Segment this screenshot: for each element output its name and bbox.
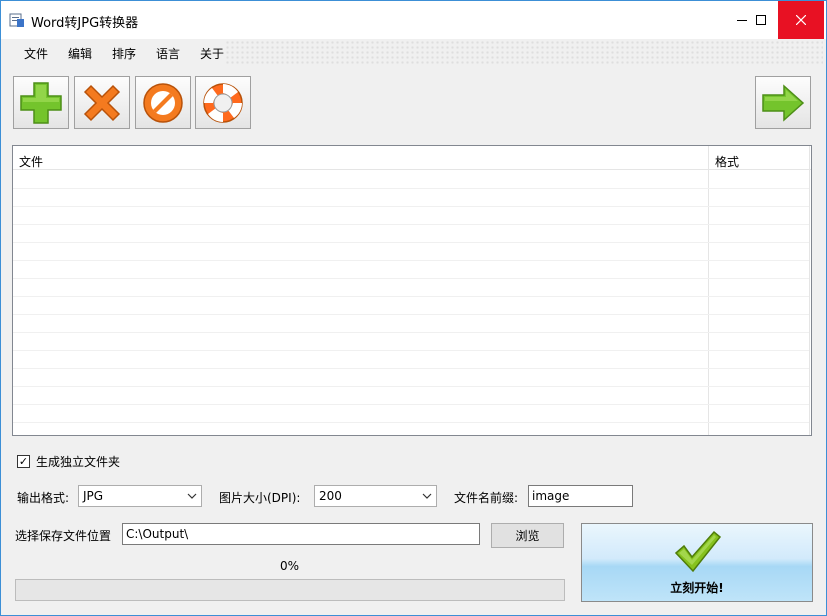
list-row-line	[13, 332, 809, 333]
output-format-select[interactable]: JPG	[78, 485, 202, 507]
add-button[interactable]	[13, 76, 69, 129]
list-row-line	[13, 386, 809, 387]
prefix-input[interactable]: image	[528, 485, 633, 507]
app-icon	[9, 13, 24, 27]
list-row-line	[13, 260, 809, 261]
clear-button[interactable]	[135, 76, 191, 129]
list-row-line	[13, 422, 809, 423]
separate-folder-checkbox[interactable]: ✓ 生成独立文件夹	[17, 453, 120, 470]
column-separator	[708, 146, 709, 435]
list-row-line	[13, 368, 809, 369]
list-row-line	[13, 224, 809, 225]
browse-button[interactable]: 浏览	[491, 523, 564, 548]
dpi-select[interactable]: 200	[314, 485, 437, 507]
start-button[interactable]: 立刻开始!	[581, 523, 813, 602]
prefix-label: 文件名前缀:	[454, 491, 519, 505]
list-row-line	[13, 314, 809, 315]
arrow-right-icon	[762, 83, 805, 122]
progress-percent: 0%	[280, 559, 300, 573]
chevron-down-icon	[187, 493, 197, 499]
app-window: Word转JPG转换器 文件 编辑 排序 语言 关于 文件 格式 ✓ 生成独立文…	[0, 0, 827, 616]
title-bar: Word转JPG转换器	[1, 1, 826, 39]
maximize-button[interactable]	[744, 1, 778, 39]
menu-bar: 文件 编辑 排序 语言 关于	[5, 40, 823, 64]
column-file[interactable]: 文件	[19, 153, 43, 170]
close-button[interactable]	[778, 1, 824, 39]
menu-about[interactable]: 关于	[200, 45, 224, 62]
column-separator	[809, 146, 810, 435]
lifebuoy-icon	[203, 82, 243, 123]
menu-file[interactable]: 文件	[24, 45, 48, 62]
start-label: 立刻开始!	[670, 581, 724, 595]
chevron-down-icon	[422, 493, 432, 499]
help-button[interactable]	[195, 76, 251, 129]
save-location-label: 选择保存文件位置	[15, 529, 112, 543]
list-row-line	[13, 188, 809, 189]
column-format[interactable]: 格式	[715, 153, 739, 170]
checkbox-box[interactable]: ✓	[17, 455, 30, 468]
separate-folder-label: 生成独立文件夹	[36, 455, 121, 469]
prefix-value: image	[532, 489, 570, 503]
next-button[interactable]	[755, 76, 811, 129]
list-row-line	[13, 206, 809, 207]
browse-label: 浏览	[515, 529, 540, 543]
output-format-value: JPG	[83, 489, 104, 503]
window-title: Word转JPG转换器	[31, 16, 139, 31]
list-row-line	[13, 278, 809, 279]
menu-edit[interactable]: 编辑	[68, 45, 92, 62]
list-header: 文件 格式	[13, 146, 811, 170]
menu-sort[interactable]: 排序	[112, 45, 136, 62]
list-row-line	[13, 296, 809, 297]
plus-icon	[20, 81, 62, 124]
close-icon	[796, 15, 806, 25]
no-entry-icon	[143, 82, 183, 123]
list-row-line	[13, 350, 809, 351]
save-location-value: C:\Output\	[126, 527, 189, 541]
progress-bar	[15, 579, 565, 601]
maximize-icon	[756, 15, 766, 25]
dpi-label: 图片大小(DPI):	[219, 491, 301, 505]
list-row-line	[13, 404, 809, 405]
list-row-line	[13, 242, 809, 243]
checkmark-icon	[674, 530, 722, 573]
output-format-label: 输出格式:	[17, 491, 70, 505]
remove-button[interactable]	[74, 76, 130, 129]
file-list[interactable]: 文件 格式	[12, 145, 812, 436]
dpi-value: 200	[319, 489, 342, 503]
save-location-input[interactable]: C:\Output\	[122, 523, 480, 545]
menu-language[interactable]: 语言	[156, 45, 180, 62]
x-icon	[83, 84, 121, 121]
